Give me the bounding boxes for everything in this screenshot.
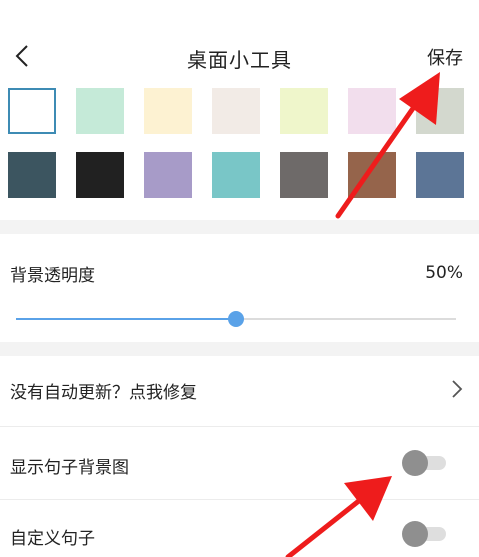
- color-swatch[interactable]: [348, 88, 396, 134]
- color-swatch[interactable]: [280, 152, 328, 198]
- color-swatch[interactable]: [8, 88, 56, 134]
- color-swatch[interactable]: [280, 88, 328, 134]
- color-swatch[interactable]: [212, 88, 260, 134]
- save-button[interactable]: 保存: [427, 44, 463, 70]
- color-swatch[interactable]: [416, 152, 464, 198]
- top-bar: 桌面小工具 保存: [0, 0, 479, 82]
- color-swatch[interactable]: [212, 152, 260, 198]
- show-bg-row: 显示句子背景图: [0, 427, 479, 499]
- page-title: 桌面小工具: [187, 48, 292, 72]
- opacity-value: 50%: [425, 263, 463, 283]
- color-swatch[interactable]: [144, 152, 192, 198]
- repair-label: 没有自动更新？点我修复: [10, 383, 197, 403]
- color-swatch-grid: [0, 86, 479, 206]
- custom-sentence-toggle[interactable]: [402, 520, 446, 548]
- opacity-label: 背景透明度: [10, 266, 95, 286]
- toggle-knob: [402, 450, 428, 476]
- color-swatch[interactable]: [8, 152, 56, 198]
- show-bg-toggle[interactable]: [402, 449, 446, 477]
- custom-sentence-label: 自定义句子: [10, 529, 95, 549]
- toggle-knob: [402, 521, 428, 547]
- section-divider: [0, 342, 479, 356]
- section-divider: [0, 220, 479, 234]
- color-swatch[interactable]: [144, 88, 192, 134]
- color-swatch[interactable]: [76, 88, 124, 134]
- slider-fill: [16, 318, 236, 320]
- color-swatch[interactable]: [348, 152, 396, 198]
- slider-thumb[interactable]: [228, 311, 244, 327]
- color-swatch[interactable]: [416, 88, 464, 134]
- chevron-right-icon: [452, 380, 463, 398]
- custom-sentence-row: 自定义句子: [0, 500, 479, 557]
- show-bg-label: 显示句子背景图: [10, 458, 129, 478]
- opacity-slider[interactable]: [16, 311, 456, 327]
- repair-row[interactable]: 没有自动更新？点我修复: [0, 356, 479, 424]
- color-swatch[interactable]: [76, 152, 124, 198]
